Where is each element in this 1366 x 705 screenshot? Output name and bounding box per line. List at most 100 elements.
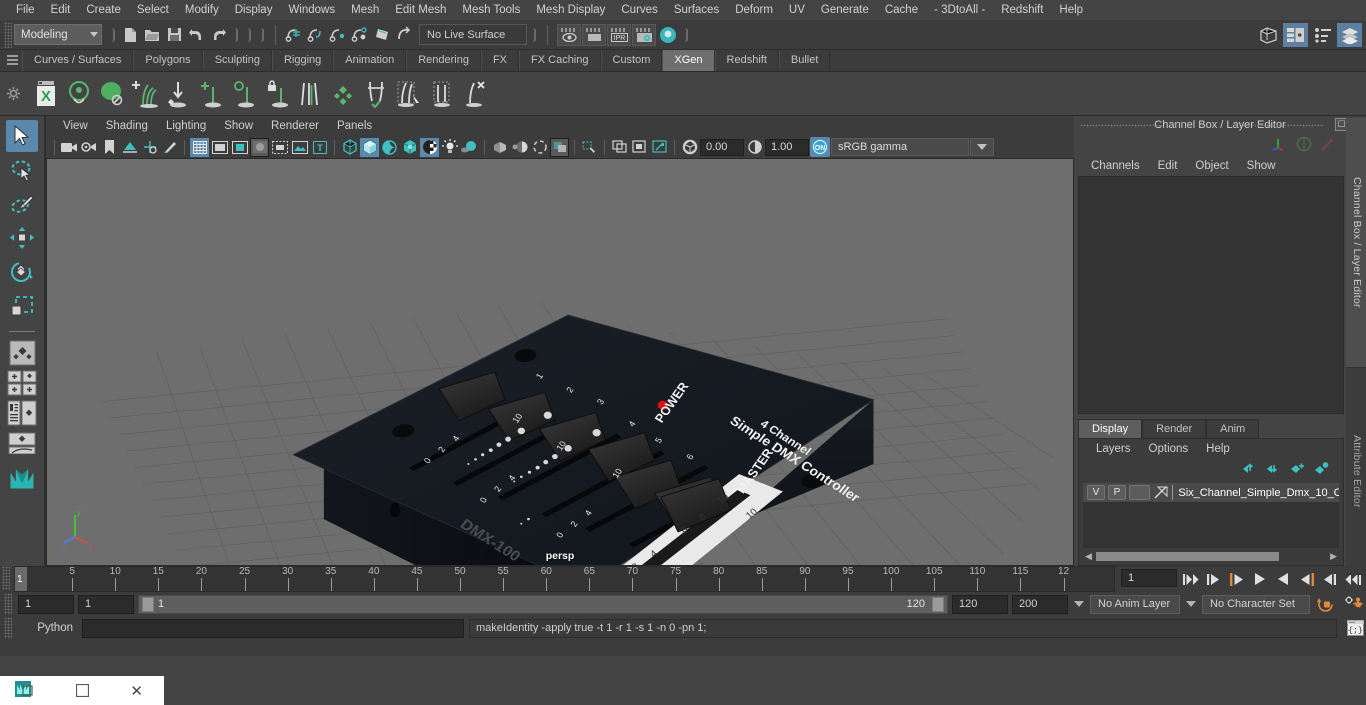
film-origin-icon[interactable]	[270, 138, 289, 157]
xgen-groom-icon[interactable]	[162, 77, 194, 111]
xgen-add-guide-icon[interactable]	[195, 77, 227, 111]
menu-item-curves[interactable]: Curves	[613, 1, 665, 19]
shelf-tab-polygons[interactable]: Polygons	[133, 50, 203, 71]
shelf-tab-xgen[interactable]: XGen	[662, 50, 715, 71]
viewport-menu-show[interactable]: Show	[215, 119, 262, 133]
select-camera-icon[interactable]	[60, 138, 79, 157]
character-set-dropdown-arrow[interactable]	[1184, 595, 1198, 614]
outliner-persp-layout[interactable]	[7, 399, 37, 427]
rotate-tool[interactable]	[6, 256, 38, 288]
resolution-gate-icon[interactable]	[230, 138, 249, 157]
film-gate-icon[interactable]	[210, 138, 229, 157]
channel-box-menu-show[interactable]: Show	[1238, 159, 1285, 173]
layer-playback-toggle[interactable]: P	[1108, 485, 1126, 500]
snap-projected-center-icon[interactable]	[349, 24, 371, 46]
layer-menu-help[interactable]: Help	[1197, 442, 1239, 456]
menu-item-display[interactable]: Display	[227, 1, 281, 19]
shelf-tab-rendering[interactable]: Rendering	[406, 50, 481, 71]
shelf-tab-sculpting[interactable]: Sculpting	[202, 50, 272, 71]
display-layer-row[interactable]: VP Six_Channel_Simple_Dmx_10_Control	[1083, 483, 1339, 502]
layer-list-scrollbar[interactable]: ◀ ▶	[1083, 550, 1339, 562]
viewport-menu-lighting[interactable]: Lighting	[157, 119, 215, 133]
shelf-tab-curves-surfaces[interactable]: Curves / Surfaces	[22, 50, 134, 71]
command-input[interactable]	[82, 618, 464, 638]
layer-menu-layers[interactable]: Layers	[1087, 442, 1140, 456]
xgen-sphere-icon[interactable]	[96, 77, 128, 111]
wireframe-icon[interactable]	[340, 138, 359, 157]
grease-pencil-icon[interactable]	[160, 138, 179, 157]
menu-item-file[interactable]: File	[8, 1, 43, 19]
xgen-part-icon[interactable]	[294, 77, 326, 111]
menu-item-surfaces[interactable]: Surfaces	[666, 1, 727, 19]
shelf-tab-redshift[interactable]: Redshift	[714, 50, 779, 71]
flat-shade-icon[interactable]	[400, 138, 419, 157]
layer-tab-anim[interactable]: Anim	[1206, 419, 1260, 438]
bookmark-icon[interactable]	[100, 138, 119, 157]
shelf-options-gear-icon[interactable]	[2, 72, 24, 116]
step-back-key-icon[interactable]	[1204, 568, 1224, 590]
xgen-delete-icon[interactable]	[459, 77, 491, 111]
animation-preferences-icon[interactable]	[1342, 595, 1366, 613]
menu-item-modify[interactable]: Modify	[177, 1, 227, 19]
ipr-render-icon[interactable]: IPR	[607, 23, 631, 46]
shelf-tab-fx-caching[interactable]: FX Caching	[519, 50, 601, 71]
show-hide-tool-settings-icon[interactable]	[1310, 23, 1335, 47]
layer-tab-display[interactable]: Display	[1078, 419, 1143, 438]
text-hud-icon[interactable]: T	[310, 138, 329, 157]
perspective-viewport[interactable]: POWER 4 Channel Simple DMX Controller MA…	[46, 158, 1074, 566]
menu-item-deform[interactable]: Deform	[727, 1, 781, 19]
playback-end-time-field[interactable]: 120	[952, 594, 1008, 614]
menu-item-edit[interactable]: Edit	[43, 1, 79, 19]
menu-item-3dtoall[interactable]: - 3DtoAll -	[926, 1, 993, 19]
color-management-icon[interactable]: ON	[810, 137, 830, 157]
restore-window-icon[interactable]	[55, 676, 110, 705]
time-slider-track[interactable]: 1 5 10 15 20 25 30 35 40 45 50 55 60 65 70 75 80 85 90 95 1…	[14, 566, 1115, 592]
viewport-menu-renderer[interactable]: Renderer	[262, 119, 328, 133]
scale-tool[interactable]	[6, 290, 38, 322]
motion-blur-icon[interactable]	[510, 138, 529, 157]
shelf-tab-custom[interactable]: Custom	[600, 50, 663, 71]
time-slider-grip[interactable]	[2, 566, 10, 590]
exposure-icon[interactable]	[680, 138, 699, 157]
xgen-circle-guide-icon[interactable]	[228, 77, 260, 111]
range-slider-track[interactable]: 1 120	[138, 594, 948, 614]
xgen-add-hair-icon[interactable]	[129, 77, 161, 111]
scroll-right-arrow-icon[interactable]: ▶	[1328, 551, 1339, 562]
undo-icon[interactable]	[185, 24, 207, 46]
script-editor-icon[interactable]: {;}	[1344, 618, 1366, 638]
two-d-pan-zoom-icon[interactable]	[140, 138, 159, 157]
move-manip-icon[interactable]	[1272, 136, 1288, 155]
layer-display-type-toggle[interactable]	[1129, 485, 1150, 500]
menu-item-cache[interactable]: Cache	[877, 1, 926, 19]
maya-app-icon[interactable]	[0, 676, 55, 705]
menu-item-redshift[interactable]: Redshift	[993, 1, 1051, 19]
command-language-label[interactable]: Python	[19, 622, 77, 634]
menuset-selector[interactable]: Modeling	[14, 24, 102, 45]
step-back-frame-icon[interactable]	[1227, 568, 1247, 590]
shelf-tab-animation[interactable]: Animation	[333, 50, 407, 71]
playback-start-time-field[interactable]: 1	[78, 594, 134, 614]
step-forward-frame-icon[interactable]	[1296, 568, 1316, 590]
four-view-layout[interactable]	[7, 369, 37, 397]
color-transform-field[interactable]: sRGB gamma	[831, 138, 969, 156]
snap-curve-icon[interactable]	[305, 24, 327, 46]
anim-layer-field[interactable]: No Anim Layer	[1090, 594, 1180, 614]
image-plane-icon[interactable]	[120, 138, 139, 157]
xgen-cut-icon[interactable]	[426, 77, 458, 111]
redo-icon[interactable]	[207, 24, 229, 46]
exposure-field[interactable]: 0.00	[700, 138, 744, 156]
status-line-grip[interactable]	[4, 21, 12, 48]
paint-select-tool[interactable]	[6, 188, 38, 220]
toolbar-separator-3[interactable]	[245, 25, 252, 45]
range-start-handle[interactable]	[142, 596, 154, 612]
go-to-start-icon[interactable]	[1181, 568, 1201, 590]
menu-item-create[interactable]: Create	[78, 1, 129, 19]
toolbar-separator-5[interactable]	[530, 25, 537, 45]
show-hide-modeling-toolkit-icon[interactable]	[1256, 23, 1281, 47]
play-forwards-icon[interactable]	[1273, 568, 1293, 590]
menu-item-help[interactable]: Help	[1051, 1, 1091, 19]
shelf-menu-icon[interactable]	[2, 49, 22, 71]
layer-menu-options[interactable]: Options	[1140, 442, 1198, 456]
menu-item-mesh-tools[interactable]: Mesh Tools	[454, 1, 528, 19]
viewport-menu-view[interactable]: View	[54, 119, 97, 133]
